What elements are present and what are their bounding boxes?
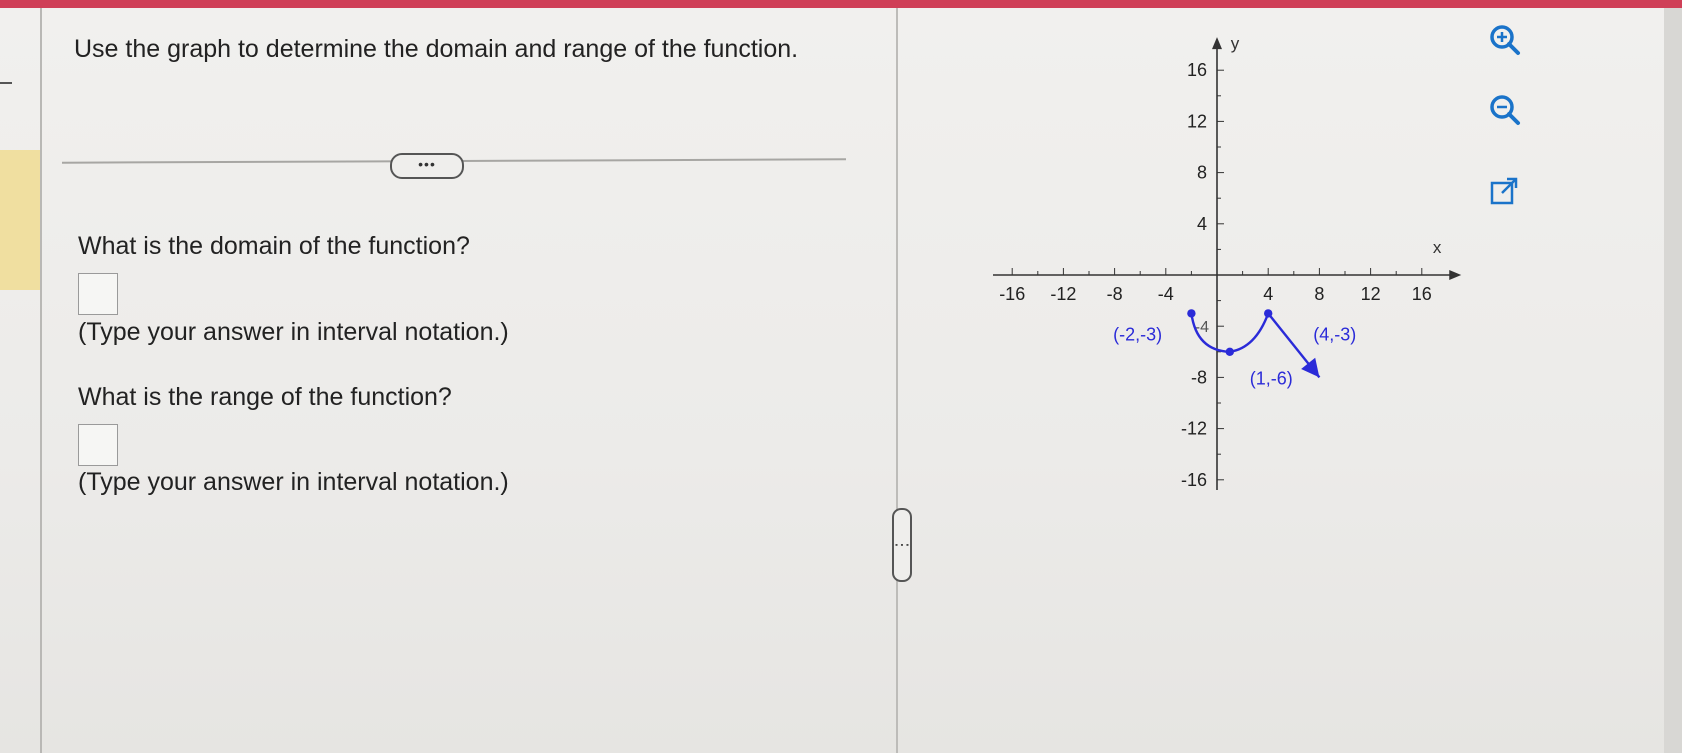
zoom-out-icon[interactable] bbox=[1487, 92, 1523, 128]
point-label: (-2,-3) bbox=[1113, 324, 1162, 344]
y-tick-label: 12 bbox=[1187, 111, 1207, 131]
right-scroll-edge[interactable] bbox=[1664, 8, 1682, 753]
y-tick-label: -12 bbox=[1181, 419, 1207, 439]
curve-point bbox=[1264, 309, 1273, 318]
range-hint: (Type your answer in interval notation.) bbox=[78, 468, 509, 496]
x-axis-arrow bbox=[1449, 270, 1462, 280]
pane-resize-handle[interactable]: ⋮ bbox=[892, 508, 912, 582]
function-graph: -16 -12 -8 -4 4 8 12 16161284-8-12-16-4xy (-2,-… bbox=[993, 34, 1462, 491]
top-accent-bar bbox=[0, 0, 1682, 8]
graph-axes-group: -16 -12 -8 -4 4 8 12 16161284-8-12-16-4xy bbox=[993, 34, 1462, 491]
y-tick-label: 16 bbox=[1187, 60, 1207, 80]
zoom-in-icon[interactable] bbox=[1487, 22, 1523, 58]
y-tick-label: -8 bbox=[1191, 367, 1207, 387]
external-link-icon[interactable] bbox=[1487, 174, 1523, 210]
point-label: (4,-3) bbox=[1313, 324, 1356, 344]
pane-divider bbox=[896, 8, 898, 753]
x-tick-label: -16 bbox=[999, 284, 1025, 304]
graph-curve-group: (-2,-3) (1,-6) (4,-3) bbox=[1113, 309, 1356, 388]
left-question-tab[interactable] bbox=[0, 150, 40, 290]
question-prompt: Use the graph to determine the domain an… bbox=[74, 35, 799, 63]
y-tick-label: 4 bbox=[1197, 214, 1207, 234]
x-axis-label: x bbox=[1433, 238, 1442, 257]
range-question: What is the range of the function? bbox=[78, 383, 452, 411]
x-tick-label: 16 bbox=[1412, 284, 1432, 304]
more-options-button[interactable]: ••• bbox=[390, 153, 464, 179]
domain-question: What is the domain of the function? bbox=[78, 232, 470, 260]
y-axis-arrow bbox=[1212, 37, 1222, 50]
range-answer-input[interactable] bbox=[78, 424, 118, 466]
x-tick-label: 8 bbox=[1314, 284, 1324, 304]
y-axis-label: y bbox=[1231, 34, 1240, 53]
x-tick-label: 12 bbox=[1361, 284, 1381, 304]
x-tick-label: 4 bbox=[1263, 284, 1273, 304]
curve-point bbox=[1187, 309, 1196, 318]
curve-arrowhead bbox=[1301, 357, 1320, 378]
x-tick-label: -12 bbox=[1050, 284, 1076, 304]
domain-hint: (Type your answer in interval notation.) bbox=[78, 318, 509, 346]
domain-answer-input[interactable] bbox=[78, 273, 118, 315]
y-tick-label: 8 bbox=[1197, 163, 1207, 183]
x-tick-label: -4 bbox=[1158, 284, 1174, 304]
left-collapse-dash[interactable] bbox=[0, 82, 12, 84]
y-tick-label: -16 bbox=[1181, 470, 1207, 490]
point-label: (1,-6) bbox=[1250, 368, 1293, 388]
curve-point bbox=[1225, 347, 1234, 356]
x-tick-label: -8 bbox=[1107, 284, 1123, 304]
left-divider bbox=[40, 8, 42, 753]
